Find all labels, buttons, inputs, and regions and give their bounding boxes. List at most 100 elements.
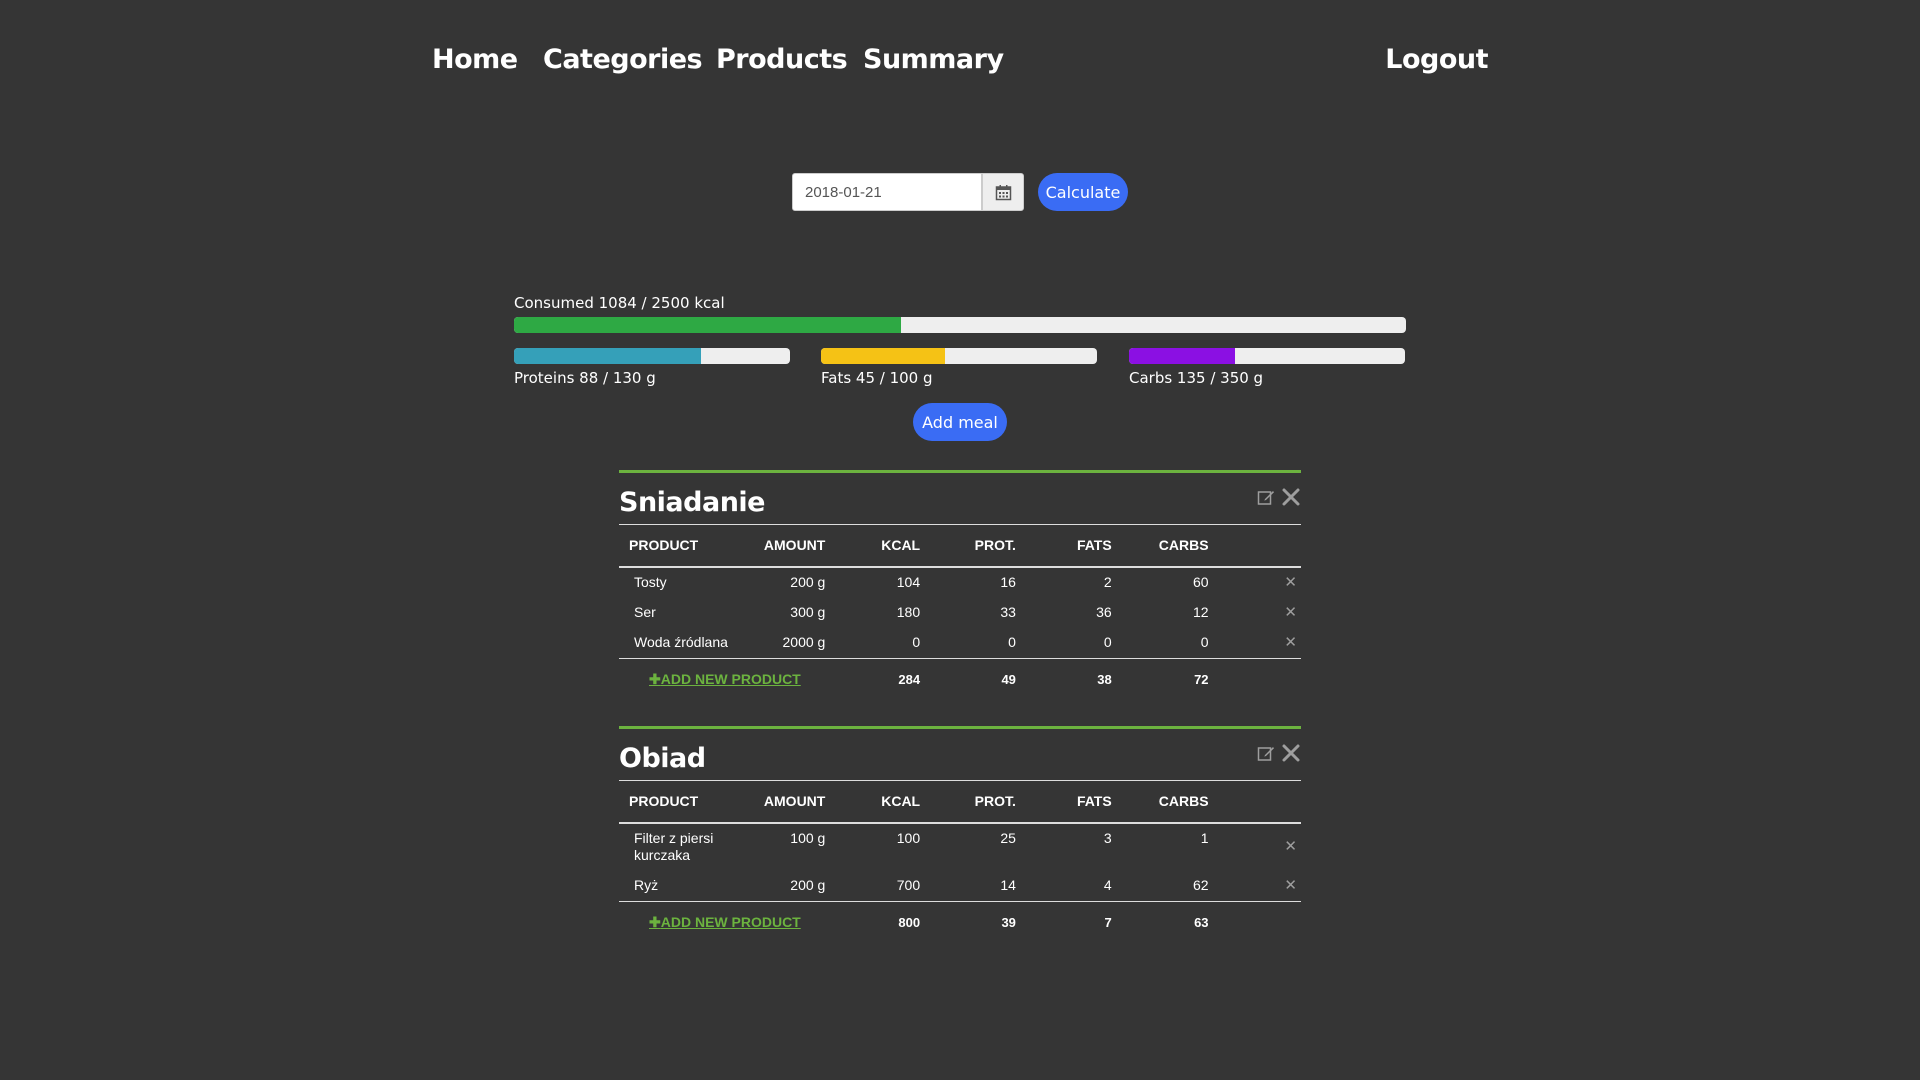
meal-actions <box>1257 487 1301 507</box>
close-icon[interactable] <box>1281 743 1301 763</box>
meal-products-table: PRODUCT AMOUNT KCAL PROT. FATS CARBS Filter z … <box>619 780 1301 943</box>
product-carbs: 62 <box>1192 876 1209 893</box>
proteins-progress-fill <box>514 348 701 364</box>
table-row: Ser 300 g 180 33 36 12 ✕ <box>619 598 1301 628</box>
product-prot: 0 <box>1008 633 1016 650</box>
product-fats: 3 <box>1103 829 1112 846</box>
nav-summary-link[interactable]: Summary <box>863 44 1004 75</box>
meal-products-table: PRODUCT AMOUNT KCAL PROT. FATS CARBS Tosty 200 … <box>619 524 1301 700</box>
date-input[interactable] <box>792 173 982 211</box>
remove-product-icon[interactable]: ✕ <box>1284 633 1297 651</box>
product-prot: 14 <box>1000 876 1016 893</box>
nav-logout-link[interactable]: Logout <box>1385 44 1488 75</box>
fats-label: Fats 45 / 100 g <box>821 369 933 387</box>
close-icon[interactable] <box>1281 487 1301 507</box>
table-row: Filter z piersi kurczaka 100 g 100 25 3 1 ✕ <box>619 823 1301 871</box>
fats-progress-fill <box>821 348 946 364</box>
product-amount: 300 g <box>790 603 826 620</box>
product-name: Filter z piersi kurczaka <box>634 829 714 863</box>
carbs-progress-fill <box>1129 348 1236 364</box>
remove-product-icon[interactable]: ✕ <box>1284 876 1297 894</box>
product-amount: 200 g <box>790 573 826 590</box>
product-fats: 2 <box>1103 573 1112 590</box>
product-fats: 0 <box>1103 633 1112 650</box>
column-header: FATS <box>1025 524 1122 568</box>
column-header-actions <box>1218 780 1301 824</box>
meal-title: Obiad <box>619 743 706 774</box>
column-header: KCAL <box>835 524 931 568</box>
meal-actions <box>1257 743 1301 763</box>
product-carbs: 0 <box>1200 633 1209 650</box>
column-header-actions <box>1218 524 1301 568</box>
edit-icon[interactable] <box>1257 744 1275 762</box>
product-prot: 16 <box>1000 573 1016 590</box>
remove-product-icon[interactable]: ✕ <box>1284 603 1297 621</box>
consumed-progress-bar <box>514 317 1406 333</box>
carbs-progress-bar <box>1129 348 1405 364</box>
nav-products-link[interactable]: Products <box>716 44 848 75</box>
fats-progress-bar <box>821 348 1097 364</box>
row-actions: ✕ <box>1219 598 1301 628</box>
totals-spacer <box>1218 657 1301 700</box>
consumed-progress-fill <box>514 317 901 333</box>
product-carbs: 1 <box>1200 829 1209 846</box>
product-name: Ryż <box>634 876 659 893</box>
proteins-progress: Proteins 88 / 130 g <box>514 348 790 387</box>
remove-product-icon[interactable]: ✕ <box>1284 573 1297 591</box>
product-name: Woda źródlana <box>634 633 728 650</box>
product-carbs: 12 <box>1192 603 1209 620</box>
column-header: PRODUCT <box>619 780 743 824</box>
column-header: PROT. <box>930 780 1026 824</box>
fats-progress: Fats 45 / 100 g <box>821 348 1097 387</box>
edit-icon[interactable] <box>1257 488 1275 506</box>
plus-icon: ✚ <box>649 670 661 687</box>
product-prot: 25 <box>1000 829 1016 846</box>
meal-header: Sniadanie <box>619 470 1301 524</box>
table-row: Tosty 200 g 104 16 2 60 ✕ <box>619 567 1301 598</box>
row-actions: ✕ <box>1219 567 1301 598</box>
calculate-button[interactable]: Calculate <box>1038 173 1128 211</box>
add-product-cell: ✚ADD NEW PRODUCT <box>619 900 836 943</box>
product-name: Ser <box>634 603 656 620</box>
meal-title: Sniadanie <box>619 487 765 518</box>
column-header: CARBS <box>1121 780 1219 824</box>
row-actions: ✕ <box>1219 823 1301 871</box>
carbs-label: Carbs 135 / 350 g <box>1129 369 1264 387</box>
proteins-progress-bar <box>514 348 790 364</box>
add-new-product-link[interactable]: ✚ADD NEW PRODUCT <box>649 671 801 687</box>
add-new-product-link[interactable]: ✚ADD NEW PRODUCT <box>649 914 801 930</box>
total-carbs: 63 <box>1121 900 1219 943</box>
total-fats: 38 <box>1025 657 1122 700</box>
total-fats: 7 <box>1025 900 1122 943</box>
row-actions: ✕ <box>1219 628 1301 659</box>
product-kcal: 100 <box>896 829 921 846</box>
column-header: AMOUNT <box>742 524 836 568</box>
total-kcal: 284 <box>835 657 931 700</box>
add-new-product-label: ADD NEW PRODUCT <box>660 670 801 687</box>
column-header: PROT. <box>930 524 1026 568</box>
total-prot: 49 <box>930 657 1026 700</box>
column-header: AMOUNT <box>742 780 836 824</box>
nav-categories-link[interactable]: Categories <box>543 44 703 75</box>
add-new-product-label: ADD NEW PRODUCT <box>660 913 801 930</box>
remove-product-icon[interactable]: ✕ <box>1284 837 1297 855</box>
total-prot: 39 <box>930 900 1026 943</box>
product-kcal: 700 <box>896 876 921 893</box>
product-prot: 33 <box>1000 603 1016 620</box>
nav-home-link[interactable]: Home <box>432 44 518 75</box>
column-header: FATS <box>1025 780 1122 824</box>
proteins-label: Proteins 88 / 130 g <box>514 369 656 387</box>
product-name: Tosty <box>634 573 667 590</box>
calendar-icon[interactable] <box>982 173 1024 211</box>
product-fats: 4 <box>1103 876 1112 893</box>
product-kcal: 180 <box>896 603 921 620</box>
nutrition-progress: Consumed 1084 / 2500 kcal Proteins 88 / … <box>514 294 1406 388</box>
add-meal-button[interactable]: Add meal <box>913 403 1007 441</box>
meal-section: Sniadanie PRODUCT AMOUNT KCAL PROT. FATS CARBS… <box>619 470 1301 700</box>
column-header: CARBS <box>1121 524 1219 568</box>
total-carbs: 72 <box>1121 657 1219 700</box>
product-fats: 36 <box>1096 603 1112 620</box>
product-kcal: 0 <box>912 633 921 650</box>
column-header: PRODUCT <box>619 524 743 568</box>
totals-spacer <box>1218 900 1301 943</box>
